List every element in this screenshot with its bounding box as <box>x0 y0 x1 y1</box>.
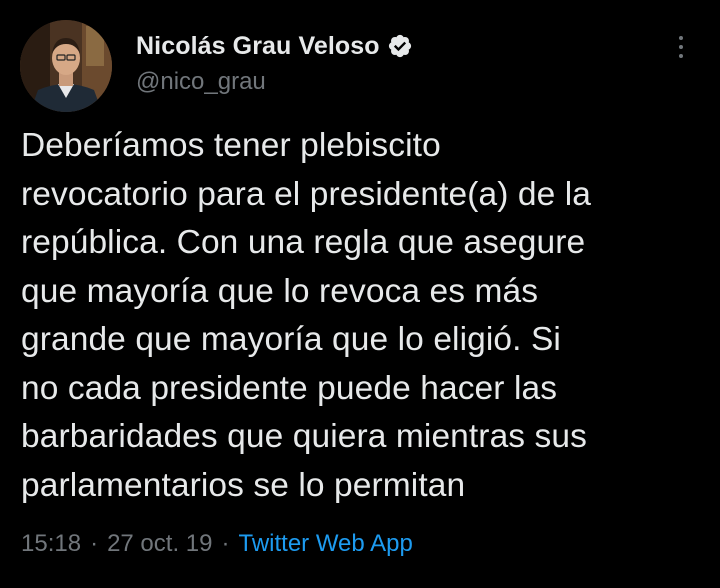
avatar[interactable] <box>20 20 112 112</box>
avatar-photo <box>20 20 112 112</box>
tweet-source-link[interactable]: Twitter Web App <box>238 530 412 558</box>
more-options-icon[interactable] <box>676 36 686 64</box>
verified-badge-icon <box>388 34 411 58</box>
tweet-time[interactable]: 15:18 <box>21 530 81 558</box>
author-names: Nicolás Grau Veloso @nico_grau <box>136 30 413 96</box>
tweet-card: Nicolás Grau Veloso @nico_grau Deberíamo… <box>0 0 720 588</box>
display-name[interactable]: Nicolás Grau Veloso <box>136 32 380 61</box>
meta-separator: · <box>221 530 230 557</box>
meta-separator: · <box>90 530 99 557</box>
tweet-metadata: 15:18 · 27 oct. 19 · Twitter Web App <box>21 530 413 558</box>
tweet-header: Nicolás Grau Veloso @nico_grau <box>20 20 700 112</box>
tweet-text: Deberíamos tener plebiscito revocatorio … <box>21 127 591 504</box>
display-name-row: Nicolás Grau Veloso <box>136 30 413 62</box>
tweet-date[interactable]: 27 oct. 19 <box>107 530 212 558</box>
author-handle[interactable]: @nico_grau <box>136 68 413 96</box>
